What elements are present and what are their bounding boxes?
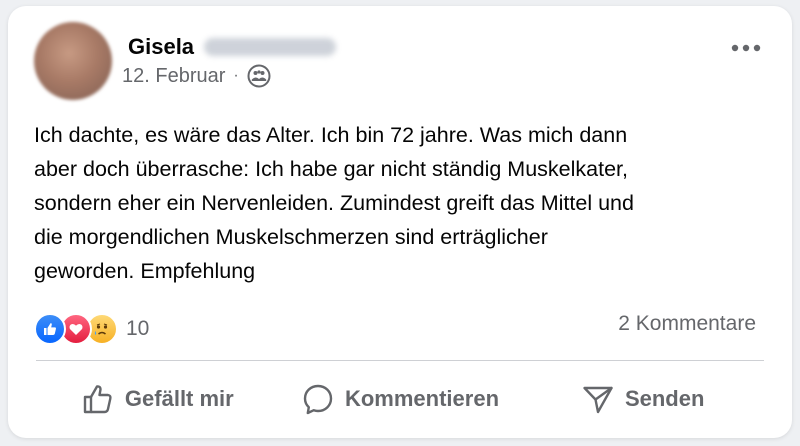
thumbs-up-icon xyxy=(83,385,112,414)
like-button-label: Gefällt mir xyxy=(124,386,234,411)
send-icon xyxy=(583,386,613,414)
post-card: Gisela 12. Februar · Ich dachte, es wäre… xyxy=(8,6,792,438)
post-meta: 12. Februar · xyxy=(122,64,271,88)
divider xyxy=(36,360,764,361)
reaction-count: 10 xyxy=(126,317,150,340)
more-options-button[interactable] xyxy=(728,36,764,60)
blurred-surname xyxy=(204,38,337,56)
post-author: Gisela xyxy=(128,34,337,60)
like-icon xyxy=(34,313,66,345)
comment-button[interactable]: Kommentieren xyxy=(279,368,522,430)
friends-icon[interactable] xyxy=(247,64,271,88)
avatar[interactable] xyxy=(34,22,112,100)
author-name[interactable]: Gisela xyxy=(128,34,194,60)
more-dots-icon xyxy=(731,44,761,52)
send-button-label: Senden xyxy=(624,386,705,411)
post-date[interactable]: 12. Februar xyxy=(122,65,225,88)
meta-separator: · xyxy=(233,67,239,84)
comment-bubble-icon xyxy=(303,384,333,415)
post-text: Ich dachte, es wäre das Alter. Ich bin 7… xyxy=(34,123,634,283)
reactions-summary[interactable]: 10 xyxy=(34,311,149,347)
like-button[interactable]: Gefällt mir xyxy=(36,368,279,430)
comment-button-label: Kommentieren xyxy=(344,386,500,411)
send-button[interactable]: Senden xyxy=(521,368,764,430)
comments-count-link[interactable]: 2 Kommentare xyxy=(618,312,756,336)
action-bar: Gefällt mir Kommentieren Senden xyxy=(36,368,764,430)
